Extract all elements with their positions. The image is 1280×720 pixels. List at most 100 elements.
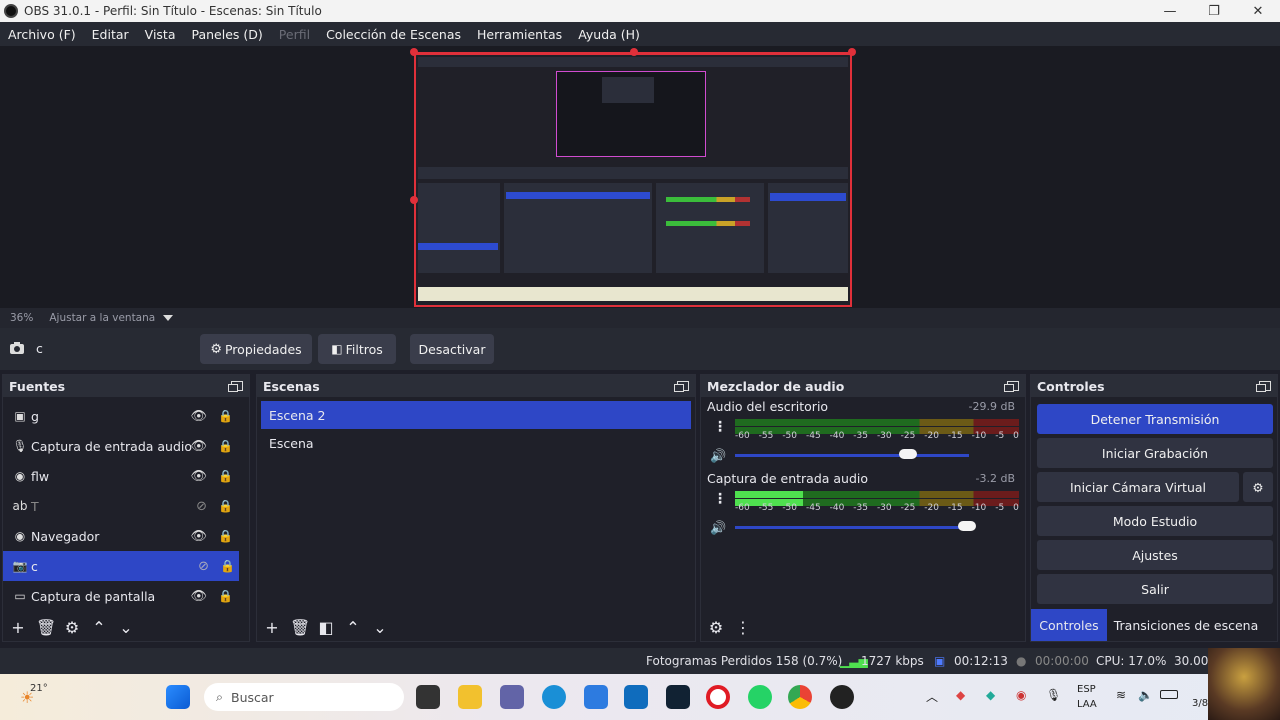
undock-icon[interactable] [1256,381,1271,392]
arrow-down-icon[interactable]: ⌄ [371,618,389,637]
whatsapp-icon[interactable] [748,685,772,709]
lock-icon[interactable]: 🔒 [218,469,233,483]
tray-icon[interactable]: ◉ [1016,688,1026,702]
disney-icon[interactable] [666,685,690,709]
volume-slider-knob[interactable] [957,521,976,531]
close-button[interactable]: ✕ [1236,4,1280,19]
gear-icon[interactable]: ⚙ [707,618,725,637]
deactivate-button[interactable]: Desactivar [410,334,494,364]
microphone-icon[interactable]: 🎙 [1046,688,1061,702]
kebab-menu-icon[interactable]: ⋮ [734,618,752,637]
menu-tools[interactable]: Herramientas [469,27,570,42]
tab-controls[interactable]: Controles [1031,609,1107,641]
zoom-mode[interactable]: Ajustar a la ventana [49,312,155,324]
menu-scene-collection[interactable]: Colección de Escenas [318,27,469,42]
menu-docks[interactable]: Paneles (D) [184,27,271,42]
lock-icon[interactable]: 🔒 [218,499,233,513]
kebab-menu-icon[interactable]: ⋮ [713,419,727,435]
virtual-camera-settings-button[interactable]: ⚙ [1243,472,1273,502]
preview-canvas[interactable] [414,52,852,307]
taskbar-search[interactable]: ⌕ Buscar [204,683,404,711]
arrow-down-icon[interactable]: ⌄ [117,618,135,637]
source-row[interactable]: ◉ Navegador 👁 🔒 [3,521,249,551]
tray-icon[interactable]: ◆ [956,688,965,702]
speaker-icon[interactable]: 🔊 [710,449,726,464]
source-row[interactable]: ▭ Captura de pantalla 👁 🔒 [3,581,249,611]
tray-icon[interactable]: ◆ [986,688,995,702]
chevron-down-icon[interactable] [163,315,174,321]
menu-file[interactable]: Archivo (F) [0,27,84,42]
source-row[interactable]: ▣ g 👁 🔒 [3,401,249,431]
menu-profile[interactable]: Perfil [271,27,318,42]
gear-icon[interactable]: ⚙ [63,618,81,637]
volume-icon[interactable]: 🔈 [1138,688,1153,702]
eye-icon[interactable]: 👁 [190,469,207,484]
settings-button[interactable]: Ajustes [1037,540,1273,570]
stop-stream-button[interactable]: Detener Transmisión [1037,404,1273,434]
eye-icon[interactable]: 👁 [190,439,207,454]
obs-taskbar-icon[interactable] [830,685,854,709]
lock-icon[interactable]: 🔒 [218,589,233,603]
opera-icon[interactable] [706,685,730,709]
undock-icon[interactable] [1004,381,1019,392]
volume-slider-knob[interactable] [899,449,918,459]
lock-icon[interactable]: 🔒 [218,529,233,543]
resize-handle-tr[interactable] [848,48,856,56]
properties-button[interactable]: ⚙ Propiedades [200,334,312,364]
wifi-icon[interactable]: ≋ [1116,688,1126,702]
resize-handle-tl[interactable] [410,48,418,56]
undock-icon[interactable] [674,381,689,392]
trash-icon[interactable]: 🗑 [36,618,56,637]
arrow-up-icon[interactable]: ⌃ [344,618,362,637]
chrome-icon[interactable] [788,685,812,709]
eye-icon[interactable]: 👁 [190,529,207,544]
task-view-icon[interactable] [416,685,440,709]
volume-slider[interactable] [735,454,969,457]
lock-icon[interactable]: 🔒 [218,439,233,453]
eye-icon[interactable]: 👁 [190,589,207,604]
kebab-menu-icon[interactable]: ⋮ [713,491,727,507]
language-label-2[interactable]: LAA [1077,699,1097,710]
arrow-up-icon[interactable]: ⌃ [90,618,108,637]
minimize-button[interactable]: — [1148,4,1192,19]
add-icon[interactable]: + [9,618,27,637]
volume-slider[interactable] [735,526,969,529]
eye-icon[interactable]: 👁 [190,409,207,424]
eye-hidden-icon[interactable]: ⊘ [198,559,209,574]
source-row[interactable]: ab T ⊘ 🔒 [3,491,249,521]
filters-button[interactable]: ◧ Filtros [318,334,396,364]
menu-view[interactable]: Vista [137,27,184,42]
tab-scene-transitions[interactable]: Transiciones de escena [1111,609,1261,641]
menu-edit[interactable]: Editar [84,27,137,42]
menu-help[interactable]: Ayuda (H) [570,27,648,42]
battery-icon[interactable] [1160,690,1178,699]
undock-icon[interactable] [228,381,243,392]
source-row[interactable]: 🎙 Captura de entrada audio 👁 🔒 [3,431,249,461]
resize-handle-t[interactable] [630,48,638,56]
studio-mode-button[interactable]: Modo Estudio [1037,506,1273,536]
windows-start-icon[interactable] [166,685,190,709]
scene-row[interactable]: Escena [261,429,691,457]
filter-icon[interactable]: ◧ [317,618,335,637]
speaker-icon[interactable]: 🔊 [710,521,726,536]
store-icon[interactable] [584,685,608,709]
start-recording-button[interactable]: Iniciar Grabación [1037,438,1273,468]
add-icon[interactable]: + [263,618,281,637]
teams-icon[interactable] [500,685,524,709]
source-row[interactable]: 📷 c ⊘ 🔒 [3,551,239,581]
eye-hidden-icon[interactable]: ⊘ [196,499,207,514]
scene-row[interactable]: Escena 2 [261,401,691,429]
exit-button[interactable]: Salir [1037,574,1273,604]
file-explorer-icon[interactable] [458,685,482,709]
maximize-button[interactable]: ❐ [1192,4,1236,19]
chevron-up-icon[interactable]: ︿ [926,688,938,705]
outlook-icon[interactable] [624,685,648,709]
resize-handle-l[interactable] [410,196,418,204]
trash-icon[interactable]: 🗑 [290,618,310,637]
edge-icon[interactable] [542,685,566,709]
language-label[interactable]: ESP [1077,684,1096,695]
start-virtual-camera-button[interactable]: Iniciar Cámara Virtual [1037,472,1239,502]
lock-icon[interactable]: 🔒 [220,559,235,573]
lock-icon[interactable]: 🔒 [218,409,233,423]
source-row[interactable]: ◉ flw 👁 🔒 [3,461,249,491]
